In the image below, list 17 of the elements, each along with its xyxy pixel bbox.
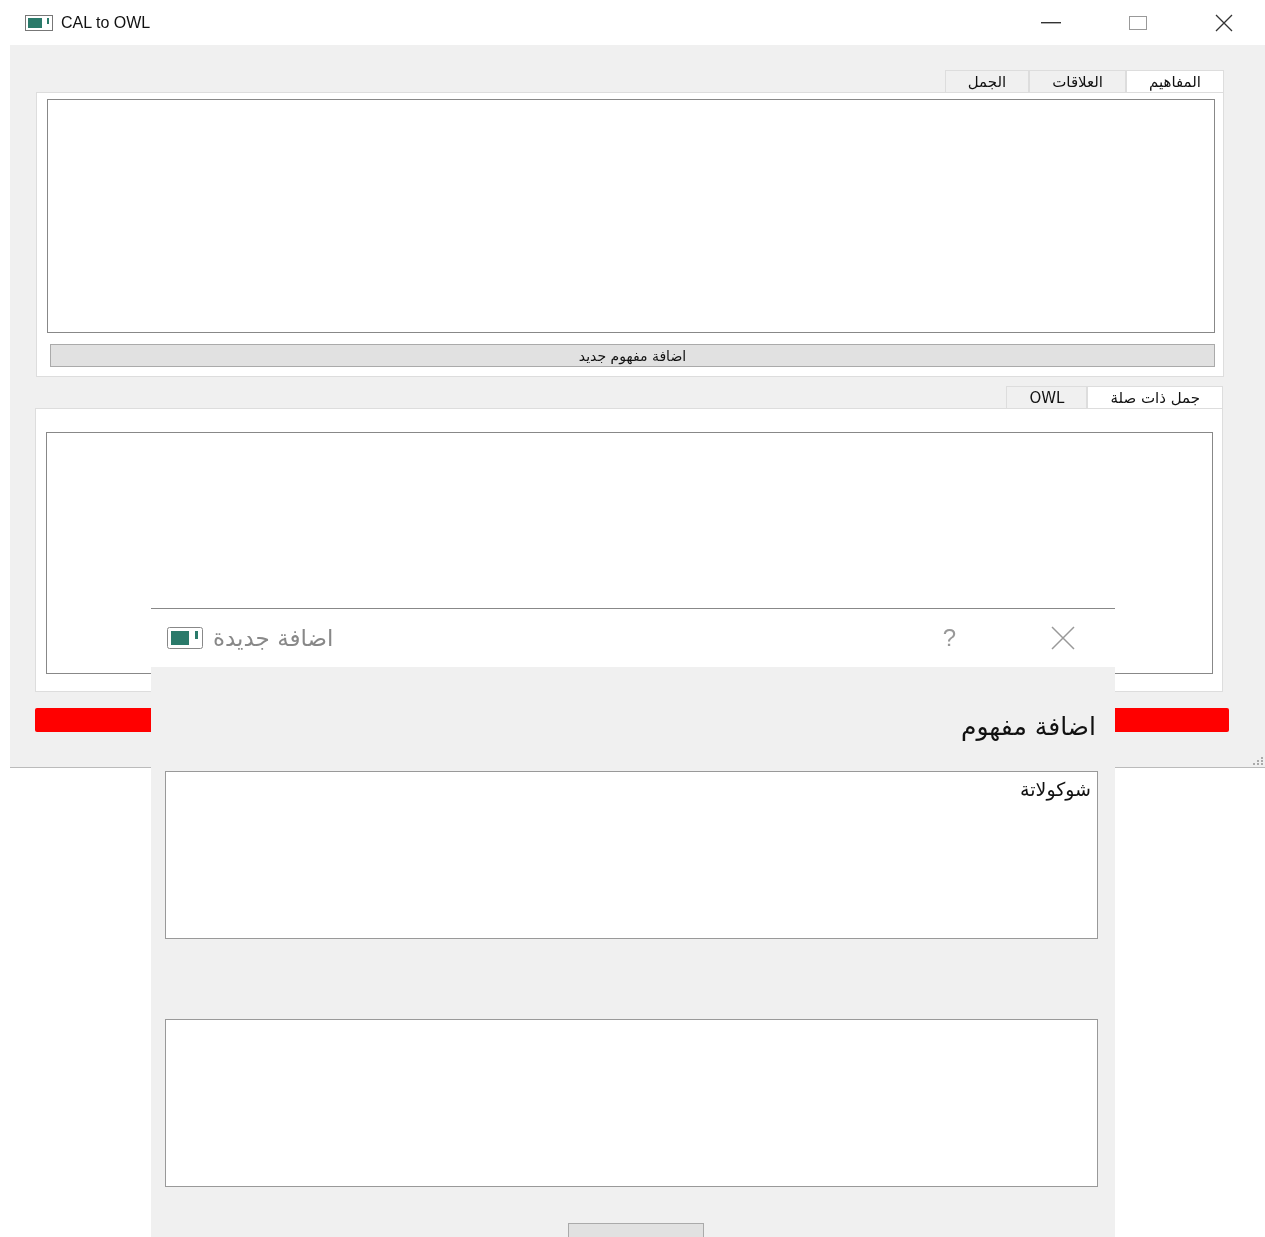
dialog-heading: اضافة مفهوم (960, 711, 1096, 743)
tab[interactable]: المفاهيم (1126, 70, 1224, 92)
input-field[interactable] (165, 1019, 1098, 1187)
tab[interactable]: OWL (1006, 386, 1088, 408)
input-field[interactable]: شوكولاتة (165, 771, 1098, 939)
dialog-title: اضافة جديدة (213, 625, 334, 651)
resize-grip-icon[interactable] (1253, 757, 1263, 765)
app-icon (25, 14, 53, 31)
tab[interactable]: الجمل (944, 70, 1030, 92)
add-concept-button[interactable]: اضافة مفهوم جديد (50, 344, 1215, 367)
tab[interactable]: العلاقات (1029, 70, 1126, 92)
close-icon[interactable] (1215, 13, 1233, 32)
app-icon (167, 627, 203, 649)
window-title: CAL to OWL (61, 13, 151, 32)
tab[interactable]: جمل ذات صلة (1087, 386, 1223, 408)
minimize-icon[interactable] (1041, 21, 1061, 24)
maximize-icon[interactable] (1129, 15, 1147, 30)
